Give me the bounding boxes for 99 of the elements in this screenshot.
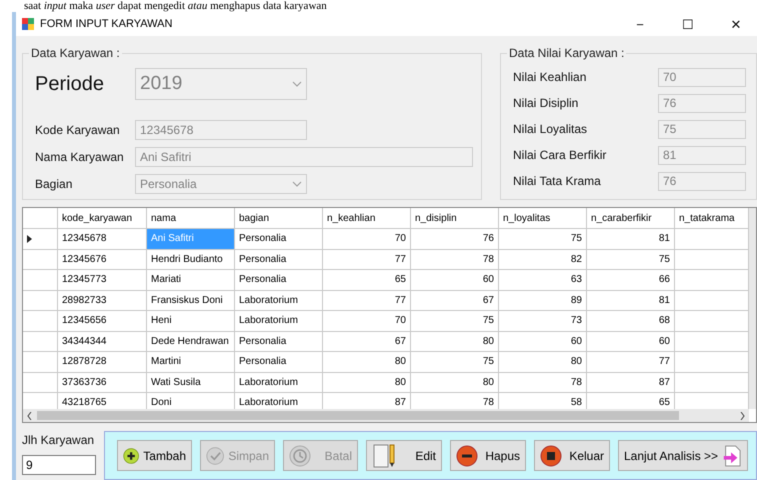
table-cell: 68	[587, 311, 675, 332]
column-header[interactable]: n_tatakrama	[675, 208, 749, 229]
table-cell: 81	[587, 290, 675, 311]
table-cell: Mariati	[147, 270, 235, 290]
table-cell: 77	[323, 250, 411, 270]
column-header[interactable]: n_loyalitas	[499, 208, 587, 229]
column-header[interactable]: n_caraberfikir	[587, 208, 675, 229]
table-cell: 75	[587, 250, 675, 270]
window-control[interactable]: −	[619, 16, 661, 32]
table-cell: 63	[499, 270, 587, 290]
table-cell: 78	[499, 372, 587, 393]
table-cell: 66	[587, 270, 675, 290]
table-cell: 75	[499, 229, 587, 250]
table-cell: 60	[499, 332, 587, 352]
table-cell: 75	[411, 311, 499, 332]
field-label: Nama Karyawan	[35, 150, 125, 164]
check-icon	[206, 444, 224, 466]
table-cell: 73	[499, 311, 587, 332]
field-label: Nilai Cara Berfikir	[513, 148, 608, 162]
action-button[interactable]: Edit	[366, 440, 442, 471]
table-cell: Laboratorium	[235, 290, 323, 311]
field-label: Kode Karyawan	[35, 122, 121, 136]
field-label: Periode	[35, 72, 105, 96]
vertical-scrollbar[interactable]	[749, 208, 756, 409]
current-row-icon	[27, 234, 32, 243]
table-cell: 89	[499, 290, 587, 311]
table-cell: 82	[499, 250, 587, 270]
table-cell: Dede Hendrawan	[147, 332, 235, 352]
table-cell: Wati Susila	[147, 372, 235, 393]
table-cell: 80	[323, 372, 411, 393]
table-cell: Personalia	[235, 229, 323, 250]
table-cell: Personalia	[235, 332, 323, 352]
table-cell: 12345773	[58, 270, 147, 290]
caret-icon	[292, 180, 302, 188]
table-cell: Laboratorium	[235, 311, 323, 332]
table-cell: 12345676	[58, 250, 147, 270]
column-header[interactable]: n_disiplin	[411, 208, 499, 229]
column-header[interactable]: nama	[147, 208, 235, 229]
table-cell: 80	[323, 352, 411, 372]
table-cell: 60	[587, 332, 675, 352]
table-cell: 12345678	[58, 229, 147, 250]
column-header[interactable]: kode_karyawan	[58, 208, 147, 229]
caret-icon	[292, 80, 302, 88]
table-cell: Ani Safitri	[147, 229, 235, 250]
table-cell: 34344344	[58, 332, 147, 352]
table-cell: 37363736	[58, 372, 147, 393]
column-header[interactable]: bagian	[235, 208, 323, 229]
action-button[interactable]: Keluar	[534, 440, 610, 471]
table-cell: 76	[411, 229, 499, 250]
table-cell: Personalia	[235, 270, 323, 290]
table-cell: 80	[411, 372, 499, 393]
table-cell: 12878728	[58, 352, 147, 372]
field-label: Bagian	[35, 176, 74, 190]
field-label: Nilai Disiplin	[513, 96, 580, 110]
table-cell: 80	[411, 332, 499, 352]
field-label: Jlh Karyawan	[22, 433, 96, 447]
table-cell: Hendri Budianto	[147, 250, 235, 270]
app-icon	[22, 18, 34, 30]
table-cell: 65	[323, 270, 411, 290]
window-control[interactable]: ☐	[667, 16, 709, 32]
column-header[interactable]: n_keahlian	[323, 208, 411, 229]
clock-icon	[289, 444, 311, 466]
table-cell: 87	[587, 372, 675, 393]
action-button[interactable]: Tambah	[117, 440, 192, 471]
table-cell: 60	[411, 270, 499, 290]
table-cell: Heni	[147, 311, 235, 332]
table-cell: Martini	[147, 352, 235, 372]
field-label: Nilai Keahlian	[513, 70, 588, 84]
table-cell: Fransiskus Doni	[147, 290, 235, 311]
action-button[interactable]: Lanjut Analisis >>	[618, 440, 748, 471]
group-legend: Data Karyawan :	[29, 46, 122, 60]
stop-icon	[540, 444, 562, 466]
table-cell: 28982733	[58, 290, 147, 311]
row-header[interactable]	[23, 229, 58, 250]
window-title: FORM INPUT KARYAWAN	[40, 18, 174, 30]
window-control[interactable]: ✕	[715, 16, 757, 32]
table-cell: 75	[411, 352, 499, 372]
horizontal-scrollbar[interactable]	[23, 409, 749, 422]
table-cell: 67	[323, 332, 411, 352]
table-cell: Personalia	[235, 250, 323, 270]
table-cell: 78	[411, 250, 499, 270]
table-cell: 77	[323, 290, 411, 311]
field-label: Nilai Tata Krama	[513, 174, 602, 188]
field-label: Nilai Loyalitas	[513, 122, 588, 136]
table-cell: 70	[323, 229, 411, 250]
action-button[interactable]: Hapus	[450, 440, 526, 471]
table-cell: 81	[587, 229, 675, 250]
table-cell: Personalia	[235, 352, 323, 372]
document-arrow-icon	[722, 444, 742, 468]
count-field[interactable]: 9	[22, 455, 96, 475]
minus-icon	[456, 444, 478, 466]
group-legend: Data Nilai Karyawan :	[507, 46, 626, 60]
table-cell: 77	[587, 352, 675, 372]
table-cell: Laboratorium	[235, 372, 323, 393]
table-cell: 67	[411, 290, 499, 311]
table-cell: 12345656	[58, 311, 147, 332]
table-cell: 70	[323, 311, 411, 332]
document-text: saat input maka user dapat mengedit atau menghapus data karyawan	[23, 0, 328, 12]
table-cell: 80	[499, 352, 587, 372]
